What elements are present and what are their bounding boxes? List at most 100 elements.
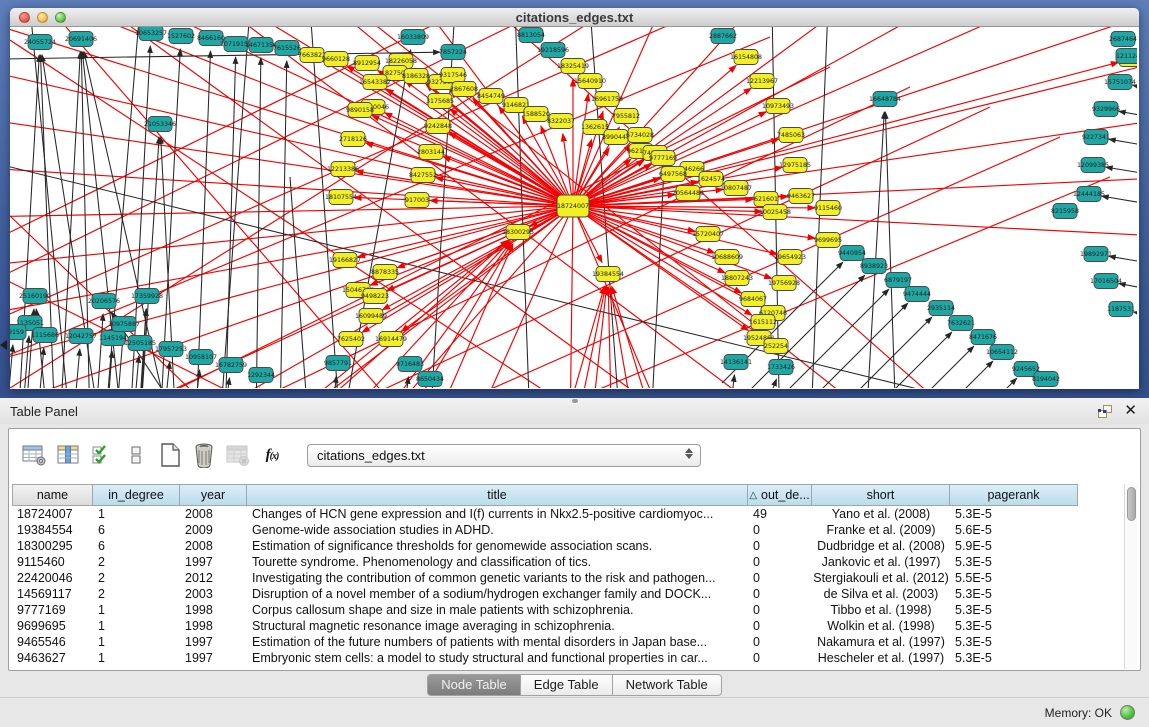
graph-node[interactable]: 7485063 [777,128,805,143]
graph-node[interactable]: 6879197 [884,273,912,288]
graph-node[interactable]: 19384554 [592,267,624,282]
table-settings-icon[interactable] [19,440,49,470]
panel-resize-grip[interactable] [572,399,578,403]
network-window-titlebar[interactable]: citations_edges.txt [10,8,1139,27]
table-row[interactable]: 946554611997Estimation of the future num… [12,634,1122,650]
graph-node[interactable]: 16099489 [355,309,387,324]
graph-node[interactable]: 1115686 [31,328,59,343]
tab-edge-table[interactable]: Edge Table [521,674,613,696]
network-window[interactable]: citations_edges.txt 18724007240557242069… [10,8,1139,389]
graph-node[interactable]: 1187531 [1107,302,1135,317]
graph-node[interactable]: 8427552 [409,168,437,183]
graph-node[interactable]: 917003 [405,193,429,208]
graph-node[interactable]: 18300295 [502,225,534,240]
graph-node[interactable]: 1588520 [522,107,550,122]
column-header-in_degree[interactable]: in_degree [93,484,180,506]
graph-node[interactable]: 9440954 [838,246,866,261]
graph-node[interactable]: 8912954 [353,56,381,71]
memory-status-icon[interactable] [1120,705,1135,720]
graph-node[interactable]: 9227341 [1082,130,1110,145]
graph-node[interactable]: 12213386 [327,162,359,177]
graph-node[interactable]: 9716483 [396,357,424,372]
graph-node[interactable]: 39159 [10,325,26,340]
graph-node[interactable]: 19892971 [1080,247,1112,262]
graph-node[interactable]: 8813054 [517,28,545,43]
graph-node[interactable]: 8938923 [860,259,888,274]
delete-row-icon[interactable] [189,440,219,470]
graph-node[interactable]: 6497568 [659,167,687,182]
graph-node[interactable]: 9329966 [1092,102,1120,117]
network-view[interactable]: 1872400724055724206914061065325715276028… [10,27,1137,388]
table-selector[interactable]: citations_edges.txt [307,444,701,467]
graph-node[interactable]: 12975185 [779,158,811,173]
graph-node[interactable]: 18325419 [557,59,589,74]
graph-node[interactable]: 9684067 [739,292,767,307]
graph-node[interactable]: 9115460 [814,201,842,216]
graph-node[interactable]: 2887662 [709,29,737,44]
graph-node[interactable]: 9890158 [346,103,374,118]
graph-node[interactable]: 252254 [764,339,788,354]
graph-node[interactable]: 19218596 [537,43,569,58]
graph-node[interactable]: 8471676 [969,330,997,345]
graph-node[interactable]: 19756928 [768,276,800,291]
graph-node[interactable]: 8215958 [1051,204,1079,219]
float-panel-icon[interactable] [1098,405,1112,418]
graph-node[interactable]: 7955812 [612,109,640,124]
graph-node[interactable]: 12444185 [1073,187,1105,202]
column-header-out_degree[interactable]: △out_de... [748,484,812,506]
graph-node[interactable]: 18807243 [721,271,753,286]
delete-table-icon[interactable] [223,440,253,470]
graph-node[interactable]: 15720407 [692,227,724,242]
graph-node[interactable]: 12213967 [746,74,778,89]
graph-node[interactable]: 21053346 [144,117,176,132]
table-row[interactable]: 1830029562008Estimation of significance … [12,538,1122,554]
graph-node[interactable]: 6734028 [626,128,654,143]
graph-node[interactable]: 2718126 [339,132,367,147]
graph-node[interactable]: 10653257 [135,27,167,41]
table-vertical-scrollbar[interactable] [1124,484,1138,669]
select-columns-icon[interactable] [87,440,117,470]
column-header-pagerank[interactable]: pagerank [950,484,1078,506]
graph-node[interactable]: 1527602 [167,29,195,44]
graph-node[interactable]: 9660128 [322,52,350,67]
tab-network-table[interactable]: Network Table [613,674,722,696]
table-row[interactable]: 1872400712008Changes of HCN gene express… [12,506,1122,522]
graph-node[interactable]: 24055724 [24,35,56,50]
graph-node[interactable]: 9242848 [424,119,452,134]
table-row[interactable]: 969969511998Structural magnetic resonanc… [12,618,1122,634]
graph-node[interactable]: 2803144 [417,145,445,160]
column-header-title[interactable]: title [247,484,748,506]
graph-node[interactable]: 1733426 [767,360,795,375]
graph-node[interactable]: 7615526 [273,41,301,56]
graph-node[interactable]: 16033809 [397,30,429,45]
graph-node[interactable]: 121124 [1116,49,1137,64]
graph-node[interactable]: 7632621 [947,316,975,331]
graph-node[interactable]: 8194042 [1032,372,1060,387]
graph-node[interactable]: 3175685 [426,94,454,109]
table-row[interactable]: 977716911998Corpus callosum shape and si… [12,602,1122,618]
graph-node[interactable]: 10975887 [108,317,140,332]
graph-node[interactable]: 1292344 [247,368,275,383]
graph-node[interactable]: 9463627 [787,189,815,204]
graph-node[interactable]: 9699695 [814,233,842,248]
graph-node[interactable]: 9317546 [439,68,467,83]
graph-node[interactable]: 16914479 [375,332,407,347]
graph-node[interactable]: 8186328 [402,69,430,84]
graph-node[interactable]: 18107554 [325,190,357,205]
graph-node[interactable]: 9474444 [903,287,931,302]
table-row[interactable]: 911546021997Tourette syndrome. Phenomeno… [12,554,1122,570]
scrollbar-thumb[interactable] [1127,487,1136,521]
function-builder-icon[interactable]: f(x) [257,440,287,470]
graph-node[interactable]: 8650434 [416,372,444,387]
graph-node[interactable]: 1615112 [749,315,777,330]
graph-node[interactable]: 9777169 [649,151,677,166]
graph-node[interactable]: 10958107 [185,350,217,365]
graph-node[interactable]: 18724007 [557,195,589,217]
graph-node[interactable]: 12042757 [65,329,97,344]
graph-node[interactable]: 10025458 [759,205,791,220]
graph-node[interactable]: 9857791 [324,356,352,371]
graph-node[interactable]: 2935114 [927,301,955,316]
column-header-year[interactable]: year [180,484,247,506]
graph-node[interactable]: 1145194 [99,331,127,346]
graph-node[interactable]: 17359928 [131,289,163,304]
